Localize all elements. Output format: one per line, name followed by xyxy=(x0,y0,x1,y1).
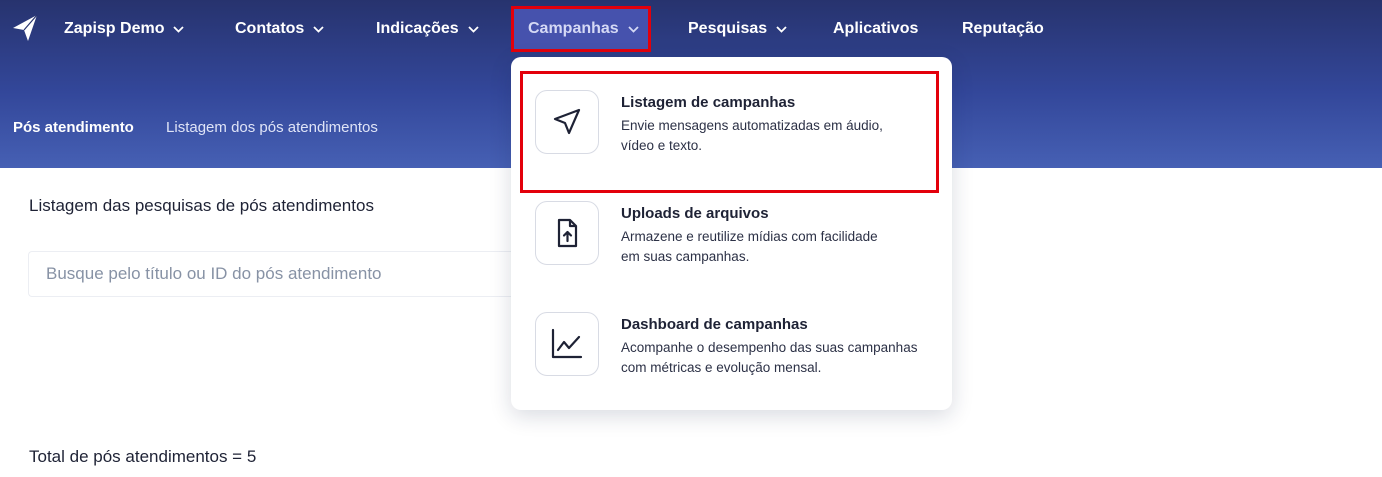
campanhas-dropdown: Listagem de campanhas Envie mensagens au… xyxy=(511,57,952,410)
logo-icon[interactable] xyxy=(12,14,38,42)
nav-label: Campanhas xyxy=(528,20,619,37)
chevron-down-icon xyxy=(776,25,787,33)
nav-reputacao[interactable]: Reputação xyxy=(962,0,1044,58)
menu-item-listagem-campanhas[interactable]: Listagem de campanhas Envie mensagens au… xyxy=(511,90,952,190)
menu-item-description: Acompanhe o desempenho das suas campanha… xyxy=(621,338,931,378)
nav-label: Contatos xyxy=(235,20,305,37)
total-count: Total de pós atendimentos = 5 xyxy=(29,447,257,466)
description-line: com métricas e evolução mensal. xyxy=(621,360,822,375)
menu-item-title: Listagem de campanhas xyxy=(621,94,796,111)
menu-item-dashboard-campanhas[interactable]: Dashboard de campanhas Acompanhe o desem… xyxy=(511,312,952,412)
nav-pesquisas[interactable]: Pesquisas xyxy=(688,0,787,58)
file-upload-icon xyxy=(535,201,599,265)
nav-label: Indicações xyxy=(376,20,459,37)
menu-item-title: Dashboard de campanhas xyxy=(621,316,808,333)
nav-contatos[interactable]: Contatos xyxy=(235,0,324,58)
section-title: Listagem das pesquisas de pós atendiment… xyxy=(29,196,374,215)
nav-campanhas[interactable]: Campanhas xyxy=(511,6,651,52)
menu-item-uploads-arquivos[interactable]: Uploads de arquivos Armazene e reutilize… xyxy=(511,201,952,301)
nav-label: Pesquisas xyxy=(688,20,768,37)
nav-label: Aplicativos xyxy=(833,20,919,37)
nav-label: Zapisp Demo xyxy=(64,20,165,37)
breadcrumb: Pós atendimento Listagem dos pós atendim… xyxy=(13,119,378,136)
breadcrumb-page: Listagem dos pós atendimentos xyxy=(166,119,378,136)
description-line: vídeo e texto. xyxy=(621,138,703,153)
description-line: Envie mensagens automatizadas em áudio, xyxy=(621,118,883,133)
chevron-down-icon xyxy=(468,25,479,33)
description-line: Acompanhe o desempenho das suas campanha… xyxy=(621,340,918,355)
chevron-down-icon xyxy=(628,25,639,33)
nav-zapisp-demo[interactable]: Zapisp Demo xyxy=(64,0,185,58)
send-icon xyxy=(535,90,599,154)
chart-line-icon xyxy=(535,312,599,376)
nav-label: Reputação xyxy=(962,20,1044,37)
description-line: em suas campanhas. xyxy=(621,249,750,264)
breadcrumb-current[interactable]: Pós atendimento xyxy=(13,119,134,136)
menu-item-description: Armazene e reutilize mídias com facilida… xyxy=(621,227,931,267)
description-line: Armazene e reutilize mídias com facilida… xyxy=(621,229,878,244)
nav-indicacoes[interactable]: Indicações xyxy=(376,0,479,58)
search-input[interactable] xyxy=(28,251,548,297)
nav-aplicativos[interactable]: Aplicativos xyxy=(833,0,918,58)
chevron-down-icon xyxy=(173,25,185,33)
menu-item-description: Envie mensagens automatizadas em áudio, … xyxy=(621,116,931,156)
chevron-down-icon xyxy=(313,25,324,33)
menu-item-title: Uploads de arquivos xyxy=(621,205,769,222)
